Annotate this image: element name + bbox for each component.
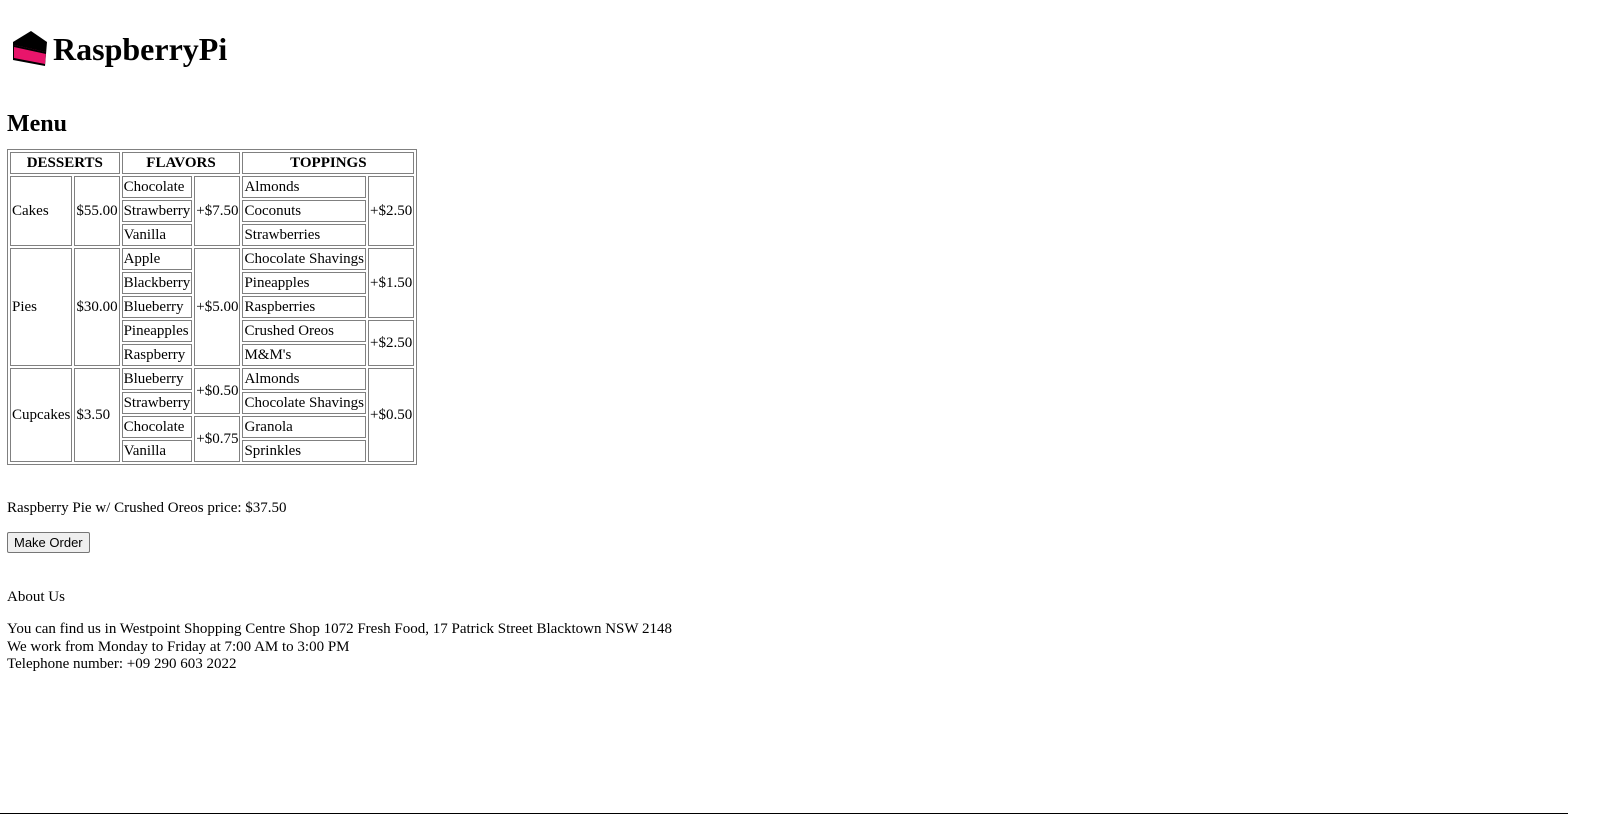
site-header: RaspberryPi [7, 26, 672, 70]
flavor-cell: Chocolate [121, 176, 193, 198]
about-hours: We work from Monday to Friday at 7:00 AM… [7, 638, 350, 655]
topping-price: +$2.50 [368, 320, 415, 366]
flavor-cell: Strawberry [121, 392, 193, 414]
flavor-cell: Blackberry [121, 272, 193, 294]
topping-cell: Pineapples [242, 272, 367, 294]
dessert-price: $3.50 [74, 368, 120, 462]
table-row: Cupcakes $3.50 Blueberry +$0.50 Almonds +$0.5… [10, 368, 415, 462]
header-desserts: DESSERTS [10, 152, 120, 174]
flavor-cell: Apple [121, 248, 193, 270]
make-order-button[interactable]: Make Order [7, 532, 90, 553]
page: RaspberryPi Menu DESSERTS FLAVORS TOPPIN… [7, 0, 672, 674]
topping-cell: Almonds [242, 176, 367, 198]
dessert-name: Cupcakes [10, 368, 73, 462]
about-details: You can find us in Westpoint Shopping Ce… [7, 621, 672, 674]
flavor-cell: Chocolate [121, 416, 193, 438]
topping-cell: Coconuts [242, 200, 367, 222]
flavor-price: +$0.50 [194, 368, 241, 414]
cake-slice-icon [13, 31, 47, 66]
dessert-price: $30.00 [74, 248, 120, 366]
flavor-cell: Vanilla [121, 440, 193, 462]
topping-price: +$0.50 [368, 368, 415, 462]
bottom-divider [0, 813, 1568, 814]
topping-cell: Almonds [242, 368, 367, 390]
brand-name: RaspberryPi [53, 31, 228, 67]
about-title: About Us [7, 589, 65, 605]
flavor-cell: Vanilla [121, 224, 193, 246]
dessert-price: $55.00 [74, 176, 120, 246]
menu-title: Menu [7, 111, 67, 137]
topping-cell: Chocolate Shavings [242, 392, 367, 414]
topping-cell: Strawberries [242, 224, 367, 246]
dessert-name: Cakes [10, 176, 73, 246]
topping-cell: Crushed Oreos [242, 320, 367, 342]
table-row: Pies $30.00 Apple +$5.00 Chocolate Shavings +… [10, 248, 415, 366]
about-address: You can find us in Westpoint Shopping Ce… [7, 621, 673, 637]
about-phone: Telephone number: +09 290 603 2022 [7, 656, 237, 672]
header-flavors: FLAVORS [121, 152, 241, 174]
topping-cell: Sprinkles [242, 440, 367, 462]
flavor-cell: Blueberry [121, 368, 193, 390]
topping-cell: M&M's [242, 344, 367, 366]
topping-price: +$2.50 [368, 176, 415, 246]
table-row: Cakes $55.00 Chocolate +$7.50 Almonds +$2.50 [10, 176, 415, 246]
flavor-cell: Strawberry [121, 200, 193, 222]
flavor-cell: Pineapples [121, 320, 193, 342]
topping-price: +$1.50 [368, 248, 415, 318]
flavor-price: +$7.50 [194, 176, 241, 246]
menu-body: Cakes $55.00 Chocolate +$7.50 Almonds +$2.50 S… [10, 176, 415, 462]
flavor-price: +$5.00 [194, 248, 241, 366]
topping-cell: Granola [242, 416, 367, 438]
flavor-price: +$0.75 [194, 416, 241, 462]
menu-table: DESSERTS FLAVORS TOPPINGS Cakes $55.00 Cho… [7, 149, 418, 465]
header-toppings: TOPPINGS [242, 152, 415, 174]
flavor-cell: Raspberry [121, 344, 193, 366]
menu-header-row: DESSERTS FLAVORS TOPPINGS [10, 152, 415, 174]
flavor-cell: Blueberry [121, 296, 193, 318]
price-summary: Raspberry Pie w/ Crushed Oreos price: $3… [7, 500, 287, 516]
dessert-name: Pies [10, 248, 73, 366]
topping-cell: Raspberries [242, 296, 367, 318]
topping-cell: Chocolate Shavings [242, 248, 367, 270]
